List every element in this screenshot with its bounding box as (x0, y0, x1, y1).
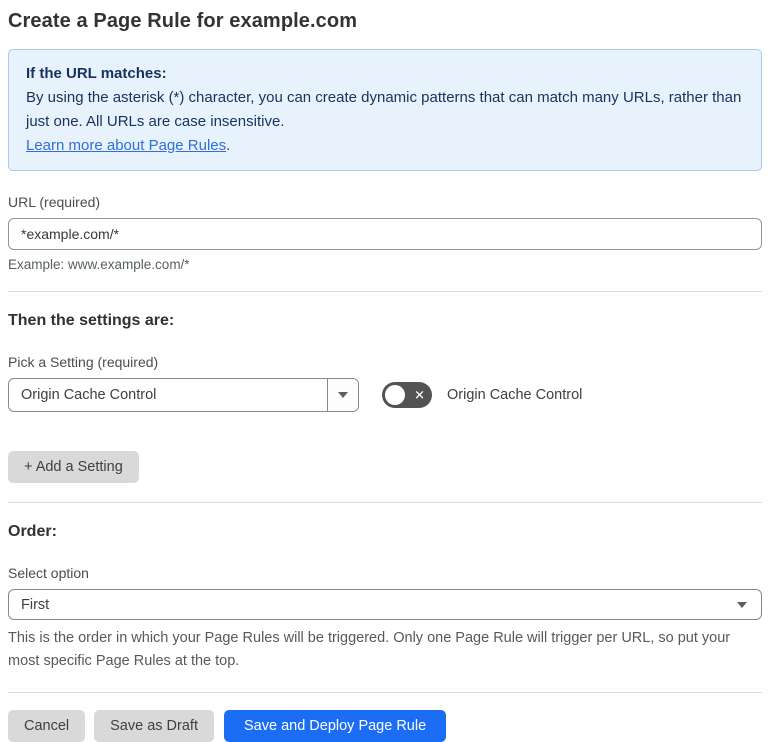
setting-select-arrow-button[interactable] (327, 379, 358, 411)
url-match-info-box: If the URL matches: By using the asteris… (8, 49, 762, 171)
create-page-rule-form: Create a Page Rule for example.com If th… (0, 0, 770, 742)
footer-actions: Cancel Save as Draft Save and Deploy Pag… (8, 710, 762, 742)
pick-setting-label: Pick a Setting (required) (8, 354, 159, 370)
url-input[interactable] (8, 218, 762, 250)
cancel-button[interactable]: Cancel (8, 710, 86, 742)
url-example-text: Example: www.example.com/* (8, 257, 190, 272)
chevron-down-icon (338, 392, 348, 398)
divider (8, 291, 762, 292)
order-select-value: First (21, 596, 50, 613)
order-select-label: Select option (8, 565, 89, 581)
order-help-text: This is the order in which your Page Rul… (8, 630, 731, 669)
setting-select[interactable]: Origin Cache Control (8, 378, 359, 412)
setting-row: Origin Cache Control ✕ Origin Cache Cont… (8, 378, 762, 412)
url-field-label: URL (required) (8, 194, 101, 210)
toggle-knob (385, 385, 405, 405)
origin-cache-control-toggle[interactable]: ✕ (382, 382, 432, 408)
save-and-deploy-button[interactable]: Save and Deploy Page Rule (223, 710, 447, 742)
toggle-label: Origin Cache Control (447, 387, 583, 403)
info-box-link-line: Learn more about Page Rules. (26, 134, 744, 158)
info-box-heading: If the URL matches: (26, 65, 167, 82)
divider (8, 692, 762, 693)
settings-section-heading: Then the settings are: (8, 312, 175, 329)
save-as-draft-button[interactable]: Save as Draft (94, 710, 214, 742)
link-suffix: . (226, 137, 231, 154)
divider (8, 502, 762, 503)
add-setting-button[interactable]: + Add a Setting (8, 451, 139, 483)
setting-select-value: Origin Cache Control (21, 387, 157, 403)
info-box-body: By using the asterisk (*) character, you… (26, 89, 742, 130)
order-section-heading: Order: (8, 523, 57, 540)
learn-more-link[interactable]: Learn more about Page Rules (26, 137, 226, 154)
chevron-down-icon (737, 601, 747, 608)
page-title: Create a Page Rule for example.com (8, 10, 358, 32)
order-select[interactable]: First (8, 589, 762, 620)
toggle-off-x-icon: ✕ (414, 387, 425, 403)
